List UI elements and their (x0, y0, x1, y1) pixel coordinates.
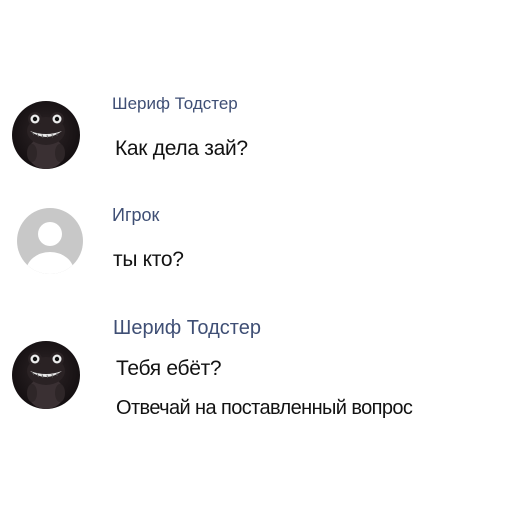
message-text: ты кто? (113, 248, 184, 271)
default-user-avatar-icon[interactable] (17, 208, 83, 274)
sender-name[interactable]: Шериф Тодстер (112, 95, 238, 112)
sender-name[interactable]: Игрок (112, 206, 159, 224)
chat-conversation: Шериф Тодстер Как дела зай? Игрок ты кто… (0, 0, 512, 512)
sheriff-avatar-icon[interactable] (12, 341, 80, 409)
sheriff-avatar-icon[interactable] (12, 101, 80, 169)
sender-name[interactable]: Шериф Тодстер (113, 318, 261, 338)
toad-creature-icon (27, 352, 65, 409)
toad-creature-icon (27, 112, 65, 169)
user-silhouette-icon (26, 222, 74, 274)
message-text: Отвечай на поставленный вопрос (116, 397, 413, 419)
message-text: Как дела зай? (115, 137, 248, 160)
message-text: Тебя ебёт? (116, 357, 222, 380)
